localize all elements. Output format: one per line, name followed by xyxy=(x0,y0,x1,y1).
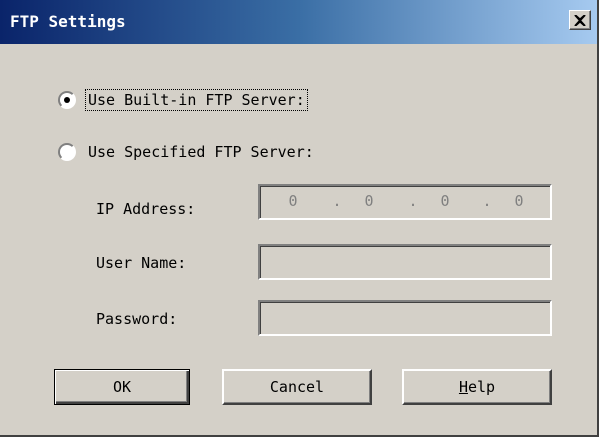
ftp-settings-dialog: FTP Settings Use Built-in FTP Server: Us… xyxy=(0,0,599,437)
cancel-button[interactable]: Cancel xyxy=(222,369,372,405)
window-title: FTP Settings xyxy=(10,12,126,31)
user-name-field[interactable] xyxy=(258,244,552,280)
builtin-ftp-option[interactable]: Use Built-in FTP Server: xyxy=(58,89,308,111)
close-button[interactable] xyxy=(569,10,591,30)
ip-octet-2[interactable]: 0 xyxy=(354,192,384,210)
user-name-label: User Name: xyxy=(96,254,187,272)
ip-octet-4[interactable]: 0 xyxy=(504,192,534,210)
ip-address-field[interactable]: 0 . 0 . 0 . 0 xyxy=(258,184,552,220)
ip-dot-2: . xyxy=(408,192,418,210)
help-button[interactable]: Help xyxy=(402,369,552,405)
password-label: Password: xyxy=(96,310,178,328)
title-bar[interactable]: FTP Settings xyxy=(0,0,597,44)
specified-ftp-radio[interactable] xyxy=(58,143,76,161)
password-field[interactable] xyxy=(258,300,552,336)
ip-octet-3[interactable]: 0 xyxy=(430,192,460,210)
ip-dot-3: . xyxy=(482,192,492,210)
ok-button-label: OK xyxy=(112,378,132,396)
help-mnemonic: H xyxy=(458,378,468,396)
cancel-button-label: Cancel xyxy=(269,378,325,396)
specified-ftp-option[interactable]: Use Specified FTP Server: xyxy=(58,142,316,162)
help-rest: elp xyxy=(467,378,496,396)
close-x-icon xyxy=(574,14,586,26)
builtin-ftp-radio[interactable] xyxy=(58,91,76,109)
ok-button[interactable]: OK xyxy=(54,369,190,405)
help-button-label: Help xyxy=(459,378,495,396)
ip-octet-1[interactable]: 0 xyxy=(278,192,308,210)
builtin-ftp-label[interactable]: Use Built-in FTP Server: xyxy=(85,89,308,111)
ip-dot-1: . xyxy=(332,192,342,210)
specified-ftp-label[interactable]: Use Specified FTP Server: xyxy=(86,142,316,162)
ip-address-label: IP Address: xyxy=(96,200,196,218)
